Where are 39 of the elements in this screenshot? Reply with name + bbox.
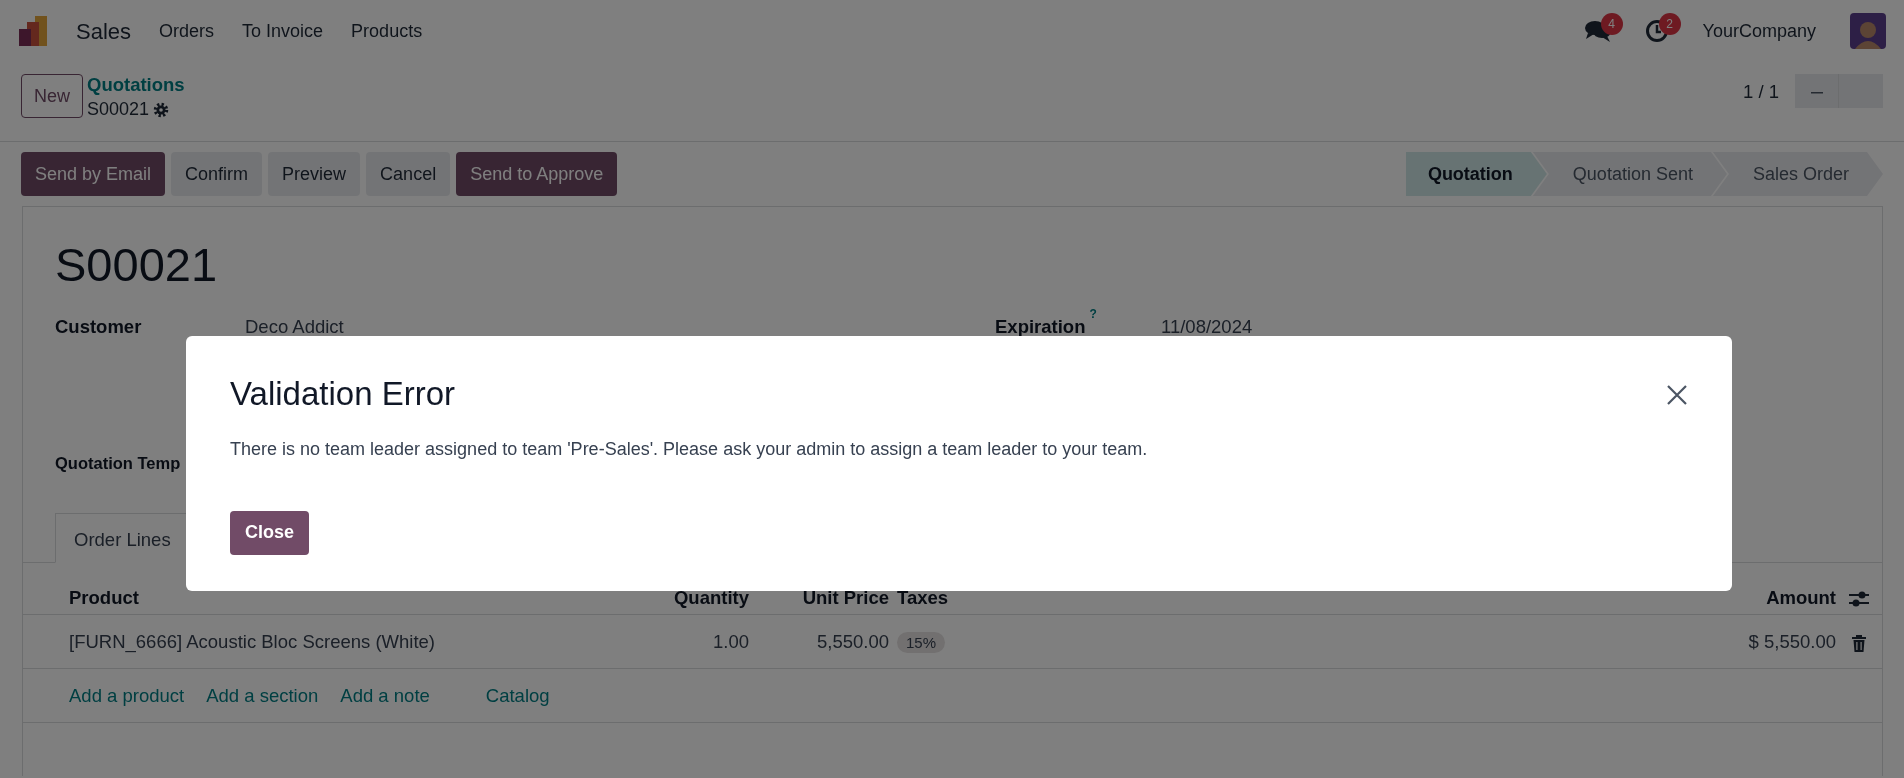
dialog-title: Validation Error (230, 374, 455, 414)
activity-count: 2 (1658, 13, 1681, 35)
action-button[interactable]: Send by Email (21, 152, 166, 196)
action-button[interactable]: Send to Approve (456, 152, 618, 196)
record-name: S00021 (87, 98, 150, 122)
app-name[interactable]: Sales (76, 14, 132, 48)
pager-value[interactable]: 1 / 1 (1743, 78, 1779, 106)
add-link[interactable]: Add a section (206, 682, 319, 710)
action-button[interactable]: Confirm (171, 152, 263, 196)
notification-count: 4 (1600, 13, 1623, 35)
menu-item[interactable]: To Invoice (242, 17, 324, 45)
settings-icon[interactable] (153, 101, 170, 118)
app-logo-icon[interactable] (18, 16, 48, 46)
menu-item[interactable]: Orders (159, 17, 215, 45)
status-stage[interactable]: Quotation Sent (1532, 152, 1727, 196)
help-link[interactable]: ? (1089, 305, 1097, 334)
field-label: Quotation Temp (55, 454, 181, 473)
amount-cell-text: $ 5,550.00 (1747, 630, 1836, 654)
close-button[interactable]: Close (230, 510, 310, 555)
quantity-cell[interactable]: 1.00 (629, 628, 749, 656)
tax-tag[interactable]: 15% (897, 632, 946, 653)
label-text: Expiration (995, 315, 1086, 340)
add-link[interactable]: Add a note (340, 682, 430, 710)
status-stage[interactable]: Sales Order (1712, 152, 1883, 196)
status-stage[interactable]: Quotation (1405, 152, 1547, 196)
new-button[interactable]: New (21, 74, 83, 118)
dialog-message: There is no team leader assigned to team 'Pre-Sales'. Please ask your admin to assign a team leader to your team. (230, 437, 1149, 461)
company-name[interactable]: YourCompany (1702, 17, 1816, 45)
product-cell[interactable]: [FURN_6666] Acoustic Bloc Screens (White) (69, 628, 629, 656)
add-link[interactable]: Add a product (69, 682, 185, 710)
clock-icon[interactable] (1644, 19, 1669, 43)
add-link[interactable]: Catalog (485, 682, 550, 710)
label-text: Customer (55, 315, 142, 340)
price-cell[interactable]: 5,550.00 (749, 628, 889, 656)
action-button[interactable]: Preview (268, 152, 361, 196)
action-button[interactable]: Cancel (366, 152, 451, 196)
breadcrumb-link[interactable]: Quotations (87, 74, 185, 97)
menu-item[interactable]: Products (351, 17, 423, 45)
record-title: S00021 (54, 237, 219, 293)
